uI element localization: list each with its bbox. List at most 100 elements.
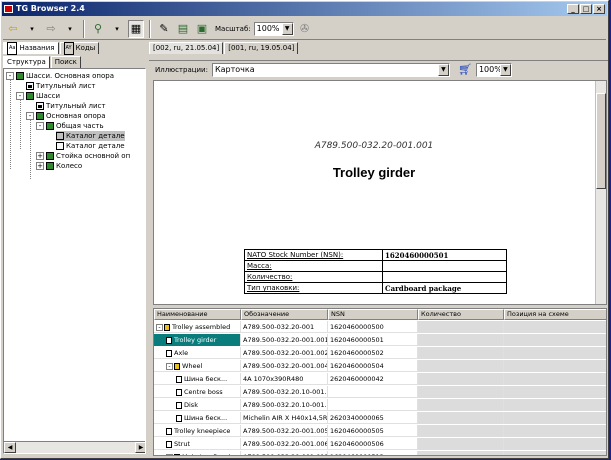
part-icon bbox=[176, 401, 182, 409]
tree-node[interactable]: - Основная опора bbox=[26, 111, 106, 121]
back-dropdown-icon[interactable]: ▾ bbox=[24, 20, 40, 38]
scroll-thumb[interactable] bbox=[596, 93, 606, 189]
cell-name: - Trolley assembled bbox=[154, 321, 241, 333]
cell-name: Trolley girder bbox=[154, 334, 241, 346]
tree-horizontal-scrollbar[interactable]: ◀ ▶ bbox=[4, 441, 145, 453]
document-icon[interactable]: ▣ bbox=[194, 20, 210, 38]
tree-node-selected[interactable]: Каталог детале bbox=[56, 131, 125, 141]
minimize-button[interactable]: _ bbox=[567, 4, 579, 14]
tree-node[interactable]: Каталог детале bbox=[56, 141, 125, 151]
property-value: Cardboard package bbox=[382, 282, 507, 294]
forward-dropdown-icon[interactable]: ▾ bbox=[62, 20, 78, 38]
cell-nsn: 1620460000513 bbox=[328, 451, 418, 455]
expand-icon[interactable]: + bbox=[36, 152, 44, 160]
tree-connector bbox=[20, 99, 21, 149]
illustration-zoom-select[interactable]: 100% ▼ bbox=[475, 62, 512, 77]
table-row[interactable]: Шина беск... 4A 1070x390R480 2620460000042 bbox=[154, 373, 606, 385]
chevron-down-icon[interactable]: ▼ bbox=[281, 22, 293, 35]
cell-quantity bbox=[418, 360, 504, 372]
maximize-button[interactable]: □ bbox=[580, 4, 592, 14]
collapse-icon[interactable]: - bbox=[156, 323, 163, 331]
collapse-icon[interactable]: - bbox=[6, 72, 14, 80]
column-header-quantity[interactable]: Количество bbox=[418, 309, 504, 320]
tab-structure[interactable]: Структура bbox=[3, 56, 50, 68]
document-icon bbox=[26, 82, 34, 90]
illustration-zoom-value: 100% bbox=[478, 65, 502, 74]
hierarchy-dropdown-icon[interactable]: ▾ bbox=[109, 20, 125, 38]
title-bar[interactable]: TG Browser 2.4 _ □ × bbox=[2, 2, 607, 16]
expand-icon[interactable]: + bbox=[166, 453, 173, 455]
table-row[interactable]: - Trolley assembled A789.500-032.20-001 162… bbox=[154, 321, 606, 333]
name-mode-tabs: Aa Названия AY Коды bbox=[3, 42, 146, 55]
column-header-nsn[interactable]: NSN bbox=[328, 309, 418, 320]
cell-name: Strut bbox=[154, 438, 241, 450]
chevron-down-icon[interactable]: ▼ bbox=[437, 63, 449, 76]
table-row[interactable]: Axle A789.500-032.20-001.002 1620460000502 bbox=[154, 347, 606, 359]
cell-name: Trolley kneepiece bbox=[154, 425, 241, 437]
scroll-left-icon[interactable]: ◀ bbox=[4, 442, 16, 453]
view-tabs: Структура Поиск bbox=[3, 56, 146, 68]
cell-name: Axle bbox=[154, 347, 241, 359]
illustration-icon[interactable]: ✎ bbox=[156, 20, 172, 38]
catalog-icon bbox=[56, 132, 64, 140]
pin-icon[interactable]: ✇ bbox=[297, 20, 313, 38]
tree-node[interactable]: + Колесо bbox=[36, 161, 82, 171]
table-row[interactable]: + Main Leg BearingA789.500-032.20-001.013… bbox=[154, 451, 606, 455]
column-header-position[interactable]: Позиция на схеме bbox=[504, 309, 606, 320]
revision-tabs: [002, ru, 21.05.04] [001, ru, 19.05.04] bbox=[149, 42, 608, 54]
cell-name: - Wheel bbox=[154, 360, 241, 372]
cell-quantity bbox=[418, 451, 504, 455]
collapse-icon[interactable]: - bbox=[26, 112, 34, 120]
tab-revision-001[interactable]: [001, ru, 19.05.04] bbox=[224, 42, 299, 54]
tab-names[interactable]: Aa Названия bbox=[3, 42, 59, 55]
book-icon bbox=[46, 162, 54, 170]
tree-node-label: Колесо bbox=[56, 162, 83, 170]
catalog-icon[interactable]: ▤ bbox=[175, 20, 191, 38]
column-header-code[interactable]: Обозначение bbox=[241, 309, 328, 320]
back-arrow-icon[interactable]: ⇦ bbox=[5, 20, 21, 38]
table-row[interactable]: - Wheel A789.500-032.20-001.004 16204600005… bbox=[154, 360, 606, 372]
tab-revision-002[interactable]: [002, ru, 21.05.04] bbox=[149, 42, 224, 54]
expand-icon[interactable]: + bbox=[36, 162, 44, 170]
part-icon bbox=[166, 440, 172, 448]
column-header-name[interactable]: Наименование bbox=[154, 309, 241, 320]
cell-name-label: Disk bbox=[184, 401, 198, 409]
tree-node[interactable]: - Общая часть bbox=[36, 121, 104, 131]
hierarchy-icon[interactable]: ⚲ bbox=[90, 20, 106, 38]
collapse-icon[interactable]: - bbox=[166, 362, 173, 370]
cell-position bbox=[504, 425, 606, 437]
collapse-icon[interactable]: - bbox=[16, 92, 24, 100]
tree-node[interactable]: - Шасси bbox=[16, 91, 60, 101]
collapse-icon[interactable]: - bbox=[36, 122, 44, 130]
zoom-select[interactable]: 100% ▼ bbox=[253, 21, 294, 36]
table-row[interactable]: Centre boss A789.500-032.20.10-001.00... bbox=[154, 386, 606, 398]
cell-quantity bbox=[418, 412, 504, 424]
card-vertical-scrollbar[interactable] bbox=[595, 81, 606, 304]
table-row[interactable]: Шина беск... Michelin AIR X H40x14,5R19 26… bbox=[154, 412, 606, 424]
cell-nsn: 1620460000500 bbox=[328, 321, 418, 333]
cell-nsn bbox=[328, 399, 418, 411]
part-icon bbox=[176, 375, 182, 383]
tree-view-toggle-icon[interactable]: ▦ bbox=[128, 19, 144, 38]
scroll-right-icon[interactable]: ▶ bbox=[135, 442, 145, 453]
tree-node[interactable]: Титульный лист bbox=[36, 101, 105, 111]
cart-icon[interactable]: 🛒︎ bbox=[458, 63, 472, 76]
illustrations-select[interactable]: Карточка ▼ bbox=[211, 62, 450, 77]
table-row[interactable]: Strut A789.500-032.20-001.006 162046000050… bbox=[154, 438, 606, 450]
table-row-selected[interactable]: Trolley girder A789.500-032.20-001.001 162… bbox=[154, 334, 606, 346]
tree-node[interactable]: + Стойка основной оп bbox=[36, 151, 130, 161]
tab-search[interactable]: Поиск bbox=[50, 56, 81, 68]
close-button[interactable]: × bbox=[593, 4, 605, 14]
tab-codes[interactable]: AY Коды bbox=[59, 42, 100, 55]
cell-nsn: 1620460000505 bbox=[328, 425, 418, 437]
forward-arrow-icon[interactable]: ⇨ bbox=[43, 20, 59, 38]
tree-connector bbox=[30, 119, 31, 179]
table-row[interactable]: Trolley kneepiece A789.500-032.20-001.005… bbox=[154, 425, 606, 437]
chevron-down-icon[interactable]: ▼ bbox=[499, 63, 511, 76]
tree-node[interactable]: - Шасси. Основная опора bbox=[6, 71, 114, 81]
cell-name-label: Axle bbox=[174, 349, 189, 357]
tree-node[interactable]: Титульный лист bbox=[26, 81, 95, 91]
cell-code: 4A 1070x390R480 bbox=[241, 373, 328, 385]
table-row[interactable]: Disk A789.500-032.20.10-001.00... bbox=[154, 399, 606, 411]
cell-name: Centre boss bbox=[154, 386, 241, 398]
